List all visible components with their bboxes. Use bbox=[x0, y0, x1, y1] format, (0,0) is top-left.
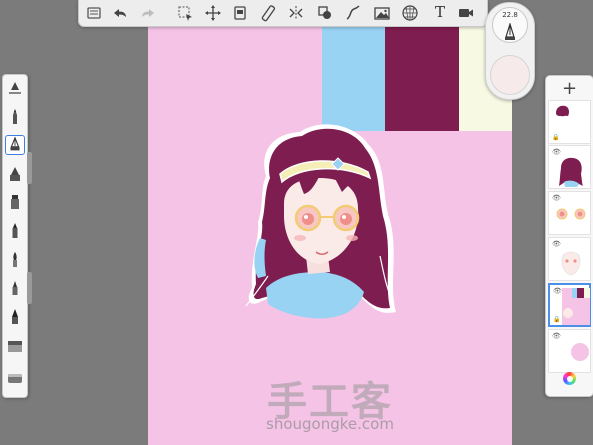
transform-icon[interactable] bbox=[204, 4, 222, 22]
color-wheel-icon[interactable] bbox=[563, 372, 576, 385]
brush-preview-icon bbox=[505, 23, 515, 40]
video-icon[interactable] bbox=[457, 4, 475, 22]
perspective-icon[interactable] bbox=[401, 4, 419, 22]
layer-item[interactable]: 👁 bbox=[548, 329, 591, 373]
brush-settings-icon[interactable] bbox=[5, 79, 25, 99]
marker-tool-icon[interactable] bbox=[5, 192, 25, 212]
layer-item[interactable]: 👁 bbox=[548, 191, 591, 235]
inkpen-tool-icon[interactable] bbox=[5, 164, 25, 184]
visibility-eye-icon[interactable]: 👁 bbox=[552, 194, 561, 202]
layer-item[interactable]: 👁 bbox=[548, 145, 591, 189]
redo-icon[interactable] bbox=[139, 4, 157, 22]
layer-thumbnail bbox=[561, 251, 581, 276]
layers-copy-icon[interactable] bbox=[231, 4, 249, 22]
brush-puck: 22.8 bbox=[485, 2, 535, 100]
image-icon[interactable] bbox=[373, 4, 391, 22]
pencil-tool-icon[interactable] bbox=[5, 107, 25, 127]
background-color-swatch[interactable] bbox=[571, 343, 589, 361]
text-tool-icon[interactable]: T bbox=[431, 3, 449, 21]
layers-panel: + 🔒 👁 👁 👁 👁 🔒 👁 bbox=[545, 75, 593, 397]
pen-tool-icon[interactable] bbox=[5, 135, 25, 155]
layer-item[interactable]: 👁 bbox=[548, 237, 591, 281]
layer-item[interactable]: 🔒 bbox=[548, 100, 591, 144]
lock-icon[interactable]: 🔒 bbox=[552, 134, 559, 141]
stroke-icon[interactable] bbox=[344, 4, 362, 22]
layer-thumbnail bbox=[556, 208, 586, 220]
airbrush-tool-icon[interactable] bbox=[5, 278, 25, 298]
fineliner-tool-icon[interactable] bbox=[5, 221, 25, 241]
lock-icon[interactable]: 🔒 bbox=[553, 316, 560, 323]
visibility-eye-icon[interactable]: 👁 bbox=[552, 332, 561, 340]
undo-icon[interactable] bbox=[111, 4, 129, 22]
selection-icon[interactable] bbox=[176, 4, 194, 22]
symmetry-icon[interactable] bbox=[287, 4, 305, 22]
layer-item-active[interactable]: 👁 🔒 bbox=[548, 283, 591, 327]
menu-icon[interactable] bbox=[85, 4, 103, 22]
palette-handle[interactable] bbox=[27, 272, 32, 304]
top-toolbar: T bbox=[78, 0, 488, 27]
ruler-icon[interactable] bbox=[259, 4, 277, 22]
eraser-tool-icon[interactable] bbox=[5, 367, 25, 387]
smudge-tool-icon[interactable] bbox=[5, 336, 25, 356]
add-layer-button[interactable]: + bbox=[546, 78, 593, 100]
paintbrush-tool-icon[interactable] bbox=[5, 250, 25, 270]
brush-size-value: 22.8 bbox=[502, 11, 518, 19]
layer-thumbnail bbox=[559, 157, 583, 187]
brush-palette bbox=[2, 74, 28, 398]
chisel-brush-tool-icon[interactable] bbox=[5, 307, 25, 327]
watermark-url: shougongke.com bbox=[266, 415, 394, 433]
color-dial[interactable] bbox=[490, 55, 530, 95]
layer-thumbnail bbox=[556, 105, 569, 117]
visibility-eye-icon[interactable]: 👁 bbox=[552, 240, 561, 248]
fill-icon[interactable] bbox=[316, 4, 334, 22]
palette-handle[interactable] bbox=[27, 152, 32, 184]
